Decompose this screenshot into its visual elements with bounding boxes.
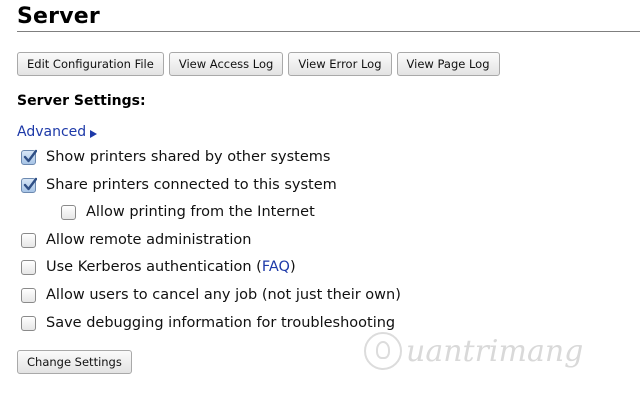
checkmark-icon — [23, 149, 37, 162]
watermark-logo-icon — [364, 332, 402, 370]
debug-logging-checkbox[interactable] — [21, 315, 36, 331]
share-printers-label: Share printers connected to this system — [46, 177, 337, 193]
show-shared-printers-label: Show printers shared by other systems — [46, 149, 331, 165]
debug-logging-label: Save debugging information for troublesh… — [46, 315, 396, 331]
option-show-shared-printers: Show printers shared by other systems — [21, 149, 330, 165]
kerberos-checkbox[interactable] — [21, 259, 36, 275]
remote-administration-checkbox[interactable] — [21, 232, 36, 248]
cancel-any-job-label: Allow users to cancel any job (not just … — [46, 287, 401, 303]
expand-triangle-icon — [90, 129, 98, 138]
kerberos-label-suffix: ) — [289, 259, 296, 275]
option-kerberos: Use Kerberos authentication (FAQ) — [21, 259, 296, 275]
watermark: uantrimang — [364, 332, 583, 370]
option-cancel-any-job: Allow users to cancel any job (not just … — [21, 287, 401, 303]
toolbar: Edit Configuration File View Access Log … — [17, 52, 500, 76]
remote-administration-label: Allow remote administration — [46, 232, 252, 248]
view-error-log-button[interactable]: View Error Log — [288, 52, 392, 76]
share-printers-checkbox[interactable] — [21, 177, 37, 193]
allow-internet-printing-checkbox[interactable] — [61, 204, 76, 220]
option-allow-internet-printing: Allow printing from the Internet — [61, 204, 315, 220]
option-remote-administration: Allow remote administration — [21, 232, 251, 248]
kerberos-label-prefix: Use Kerberos authentication ( — [46, 259, 262, 275]
change-settings-button[interactable]: Change Settings — [17, 350, 132, 374]
faq-link[interactable]: FAQ — [262, 259, 290, 275]
show-shared-printers-checkbox[interactable] — [21, 149, 37, 165]
checkmark-icon — [23, 177, 37, 190]
advanced-label: Advanced — [17, 124, 87, 140]
page-title: Server — [17, 4, 100, 29]
view-page-log-button[interactable]: View Page Log — [396, 52, 500, 76]
cancel-any-job-checkbox[interactable] — [21, 287, 36, 303]
title-divider — [17, 31, 640, 32]
allow-internet-printing-label: Allow printing from the Internet — [86, 204, 315, 220]
option-debug-logging: Save debugging information for troublesh… — [21, 315, 395, 331]
advanced-toggle[interactable]: Advanced — [17, 124, 98, 140]
option-share-printers: Share printers connected to this system — [21, 177, 337, 193]
edit-configuration-file-button[interactable]: Edit Configuration File — [17, 52, 164, 76]
server-settings-heading: Server Settings: — [17, 93, 146, 109]
watermark-text: uantrimang — [406, 333, 584, 369]
view-access-log-button[interactable]: View Access Log — [168, 52, 284, 76]
